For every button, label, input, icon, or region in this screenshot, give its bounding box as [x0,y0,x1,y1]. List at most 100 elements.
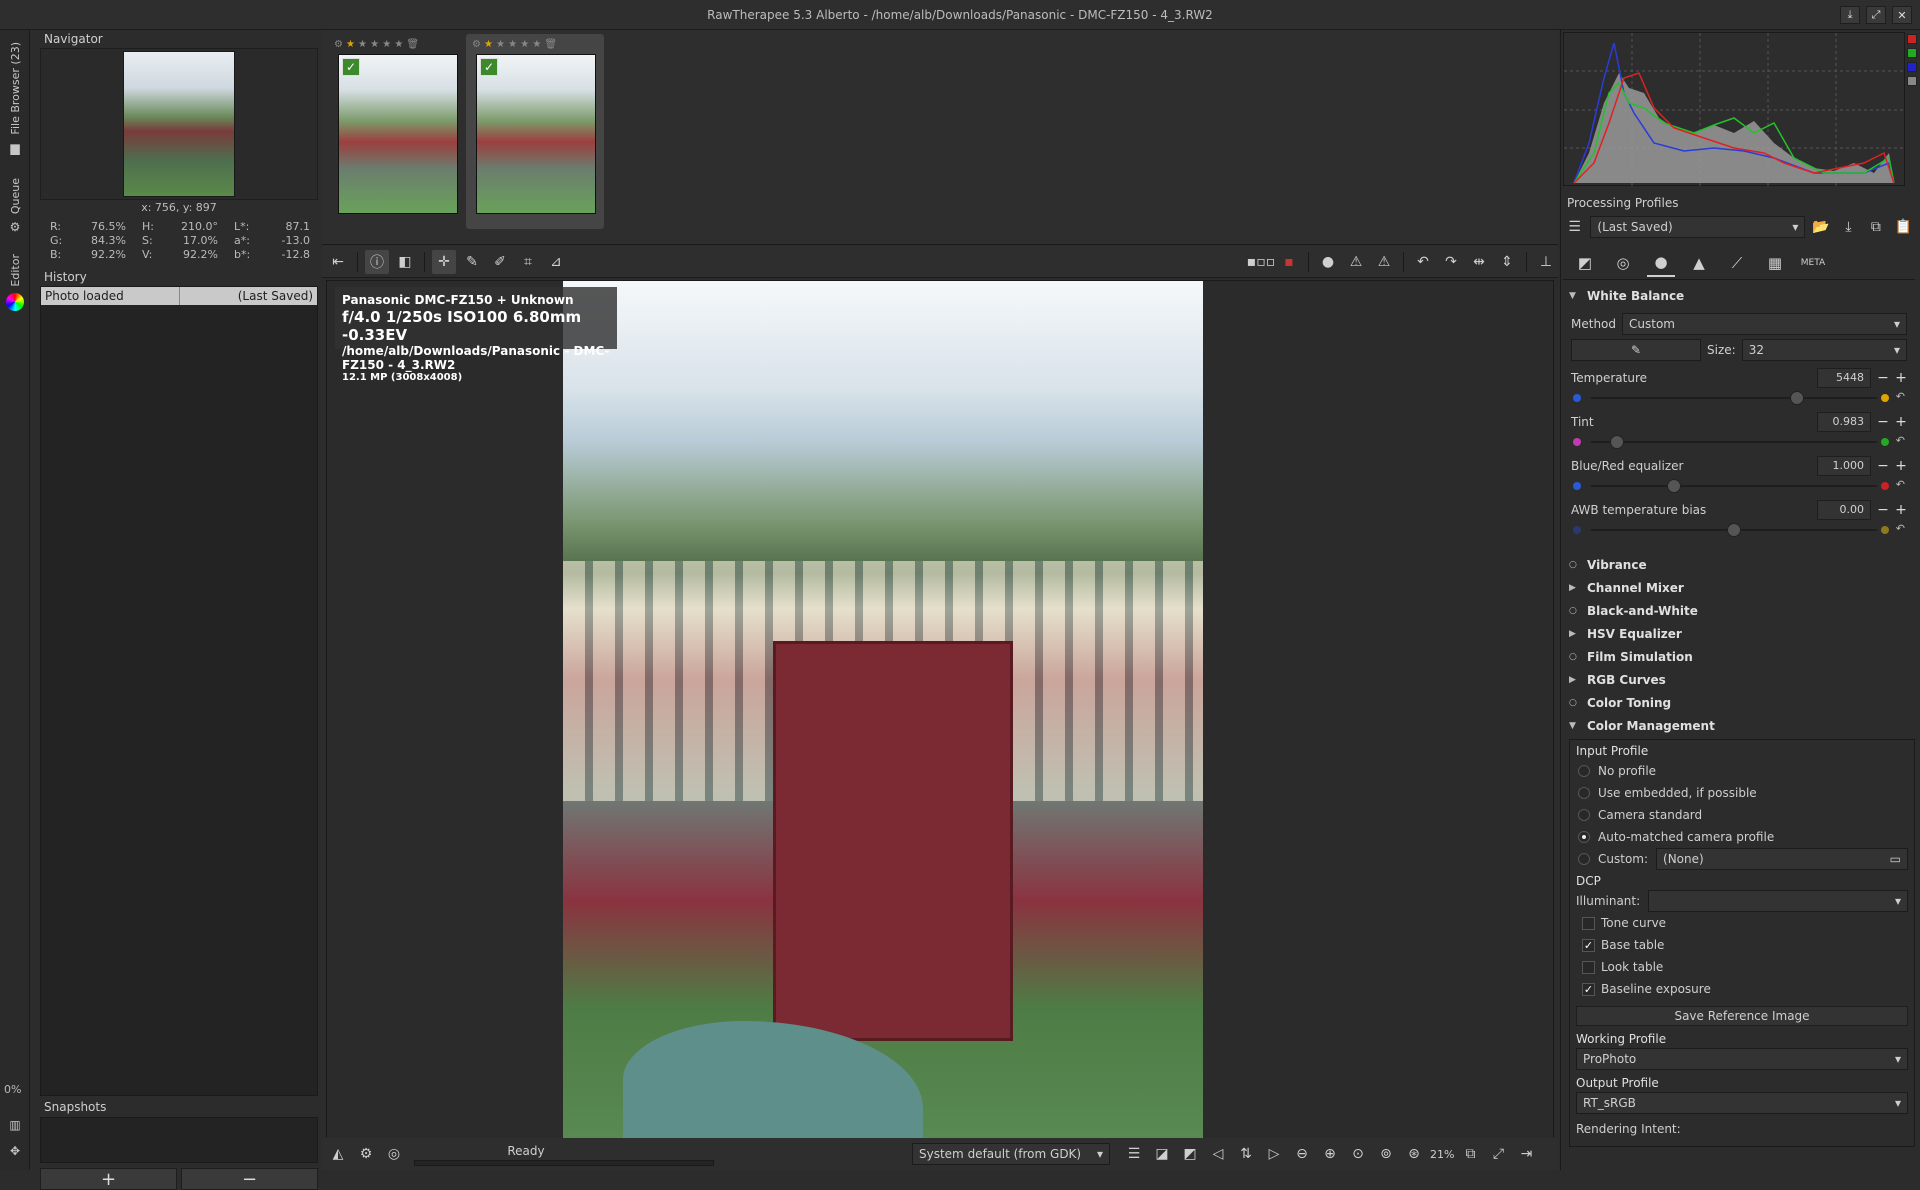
close-button[interactable]: ✕ [1892,6,1912,24]
crop-icon[interactable]: ⌗ [516,250,540,274]
sync-icon[interactable]: ⇅ [1234,1142,1258,1166]
output-profile-select[interactable]: RT_sRGB ▾ [1576,1092,1908,1114]
navigator-preview[interactable] [40,48,318,200]
minus-icon[interactable]: − [1877,370,1889,386]
radio-auto-matched[interactable]: Auto-matched camera profile [1576,826,1908,848]
navigator-thumbnail[interactable] [123,51,235,197]
profile-list-icon[interactable]: ☰ [1563,215,1586,239]
flip-vertical-icon[interactable]: ⇕ [1495,250,1519,274]
histogram-blue-toggle[interactable] [1907,62,1917,72]
collapse-left-icon[interactable]: ⇤ [326,250,350,274]
straighten-icon[interactable]: ⊿ [544,250,568,274]
checkbox-look-table[interactable]: Look table [1576,956,1908,978]
zoom-fit-crop-icon[interactable]: ⊛ [1402,1142,1426,1166]
preview-icon[interactable]: ◭ [326,1142,350,1166]
plus-icon[interactable]: + [1895,458,1907,474]
plus-icon[interactable]: + [1895,414,1907,430]
detail-tab-icon[interactable]: ◎ [1609,249,1637,277]
history-list[interactable]: Photo loaded (Last Saved) [40,286,318,1096]
preview-image[interactable] [563,281,1203,1167]
tab-editor[interactable]: Editor [3,254,27,311]
rating-stars[interactable]: ⚙ ★ ★ ★ ★ ★ 🗑 [472,38,557,50]
settings-icon[interactable]: ⚙ [354,1142,378,1166]
wb-spot-size-select[interactable]: 32 ▾ [1741,339,1907,361]
temperature-slider[interactable]: ↶ [1571,389,1907,407]
fullscreen-icon[interactable]: ⤢ [1486,1142,1510,1166]
channel-select-icon[interactable]: ▪▫▫ [1247,250,1275,274]
tint-value[interactable]: 0.983 [1817,412,1871,432]
histogram[interactable] [1563,32,1906,187]
move-icon[interactable]: ✥ [8,1144,22,1158]
wb-picker-icon[interactable]: ✎ [460,250,484,274]
histogram-red-toggle[interactable] [1907,34,1917,44]
minus-icon[interactable]: − [1877,502,1889,518]
new-detail-window-icon[interactable]: ⧉ [1458,1142,1482,1166]
maximize-button[interactable]: ⤢ [1866,6,1886,24]
checkbox-tone-curve[interactable]: Tone curve [1576,912,1908,934]
collapse-right-icon[interactable]: ⇥ [1514,1142,1538,1166]
awb-bias-value[interactable]: 0.00 [1817,500,1871,520]
plus-icon[interactable]: + [1895,370,1907,386]
thumbnail-image[interactable] [476,54,596,214]
minus-icon[interactable]: − [1877,458,1889,474]
color-tab-icon[interactable]: ● [1647,249,1675,277]
minimize-button[interactable]: ⤓ [1840,6,1860,24]
info-icon[interactable]: ⓘ [365,249,389,274]
rendering-intent-icon[interactable]: ☰ [1122,1142,1146,1166]
zoom-fit-icon[interactable]: ⊚ [1374,1142,1398,1166]
radio-custom[interactable]: Custom: (None) ▭ [1576,848,1908,870]
metadata-tab-icon[interactable]: META [1799,249,1827,277]
awb-bias-slider[interactable]: ↶ [1571,521,1907,539]
tint-slider[interactable]: ↶ [1571,433,1907,451]
color-picker-icon[interactable]: ✐ [488,250,512,274]
filmstrip-thumbnail-selected[interactable]: ⚙ ★ ★ ★ ★ ★ 🗑 ✓ [466,34,604,229]
focus-mask-icon[interactable]: ● [1316,250,1340,274]
tab-file-browser[interactable]: File Browser (23) ▆ [3,42,27,155]
color-toning-header[interactable]: ○ Color Toning [1563,691,1915,714]
advanced-tab-icon[interactable]: ▲ [1685,249,1713,277]
wb-spot-picker-button[interactable]: ✎ [1571,339,1701,361]
next-image-icon[interactable]: ▷ [1262,1142,1286,1166]
transform-tab-icon[interactable]: ⟋ [1723,249,1751,277]
previous-image-icon[interactable]: ◁ [1206,1142,1230,1166]
gamut-check-icon[interactable]: ◩ [1178,1142,1202,1166]
add-snapshot-button[interactable]: + [40,1168,177,1190]
zoom-out-icon[interactable]: ⊖ [1290,1142,1314,1166]
hsv-equalizer-header[interactable]: ▶ HSV Equalizer [1563,622,1915,645]
rgb-curves-header[interactable]: ▶ RGB Curves [1563,668,1915,691]
radio-camera-standard[interactable]: Camera standard [1576,804,1908,826]
history-item[interactable]: Photo loaded (Last Saved) [41,287,317,305]
flip-horizontal-icon[interactable]: ⇹ [1467,250,1491,274]
filmstrip-thumbnail[interactable]: ⚙ ★ ★ ★ ★ ★ 🗑 ✓ [328,34,466,229]
panel-toggle-icon[interactable]: ▥ [8,1118,22,1132]
white-balance-header[interactable]: ▼ White Balance [1563,284,1915,307]
open-profile-icon[interactable]: 📂 [1809,215,1832,239]
temperature-value[interactable]: 5448 [1817,368,1871,388]
checkbox-base-table[interactable]: ✓ Base table [1576,934,1908,956]
zoom-in-icon[interactable]: ⊕ [1318,1142,1342,1166]
hand-tool-icon[interactable]: ✛ [432,249,456,274]
exposure-tab-icon[interactable]: ◩ [1571,249,1599,277]
minus-icon[interactable]: − [1877,414,1889,430]
save-profile-icon[interactable]: ⤓ [1837,215,1860,239]
rotate-right-icon[interactable]: ↷ [1439,250,1463,274]
rgb-channel-icon[interactable]: ▪ [1277,250,1301,274]
black-and-white-header[interactable]: ○ Black-and-White [1563,599,1915,622]
custom-profile-field[interactable]: (None) ▭ [1656,848,1908,870]
radio-use-embedded[interactable]: Use embedded, if possible [1576,782,1908,804]
monitor-profile-select[interactable]: System default (from GDK) ▾ [912,1143,1110,1165]
wb-method-select[interactable]: Custom ▾ [1622,313,1907,335]
plus-icon[interactable]: + [1895,502,1907,518]
raw-tab-icon[interactable]: ▦ [1761,249,1789,277]
film-simulation-header[interactable]: ○ Film Simulation [1563,645,1915,668]
highlight-clip-warning-icon[interactable]: ⚠ [1372,250,1396,274]
blue-red-value[interactable]: 1.000 [1817,456,1871,476]
color-wheel-small-icon[interactable]: ◎ [382,1142,406,1166]
blue-red-slider[interactable]: ↶ [1571,477,1907,495]
histogram-luma-toggle[interactable] [1907,76,1917,86]
snapshots-list[interactable] [40,1117,318,1163]
paste-profile-icon[interactable]: 📋 [1892,215,1915,239]
rating-stars[interactable]: ⚙ ★ ★ ★ ★ ★ 🗑 [334,38,419,50]
softproof-icon[interactable]: ◪ [1150,1142,1174,1166]
working-profile-select[interactable]: ProPhoto ▾ [1576,1048,1908,1070]
